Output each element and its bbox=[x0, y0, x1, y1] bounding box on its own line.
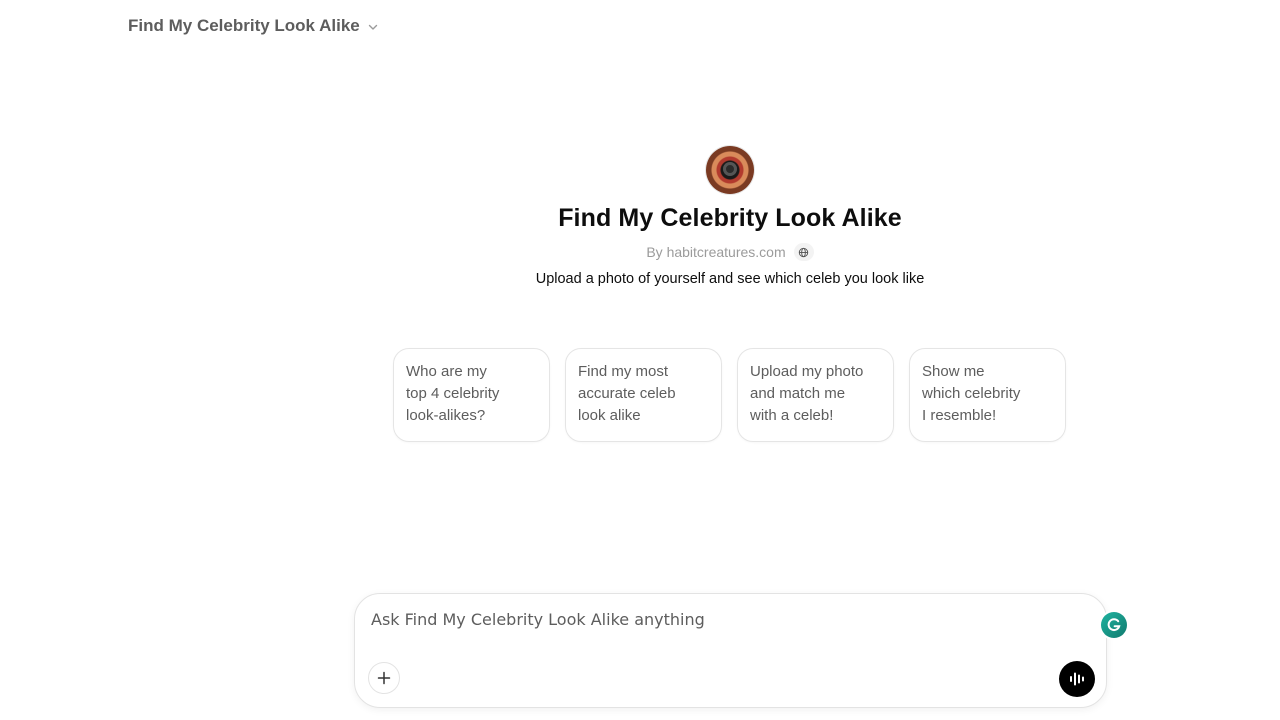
gpt-hero: Find My Celebrity Look Alike By habitcre… bbox=[380, 146, 1080, 287]
voice-waveform-icon bbox=[1070, 672, 1084, 686]
suggestion-card[interactable]: Find my most accurate celeb look alike bbox=[565, 348, 722, 442]
suggestion-card[interactable]: Upload my photo and match me with a cele… bbox=[737, 348, 894, 442]
attach-button[interactable] bbox=[368, 662, 400, 694]
voice-mode-button[interactable] bbox=[1059, 661, 1095, 697]
gpt-switcher-dropdown[interactable]: Find My Celebrity Look Alike bbox=[128, 14, 380, 38]
gpt-name: Find My Celebrity Look Alike bbox=[558, 204, 902, 232]
suggestion-card[interactable]: Show me which celebrity I resemble! bbox=[909, 348, 1066, 442]
message-composer bbox=[354, 593, 1107, 708]
suggestion-label: Show me which celebrity I resemble! bbox=[922, 363, 1021, 424]
suggestion-label: Who are my top 4 celebrity look-alikes? bbox=[406, 363, 500, 424]
gpt-description: Upload a photo of yourself and see which… bbox=[535, 271, 925, 287]
suggestion-label: Upload my photo and match me with a cele… bbox=[750, 363, 864, 424]
grammarly-button[interactable] bbox=[1099, 610, 1129, 640]
gpt-byline: By habitcreatures.com bbox=[646, 243, 814, 261]
plus-icon bbox=[377, 671, 391, 685]
globe-icon[interactable] bbox=[793, 243, 814, 261]
gpt-title: Find My Celebrity Look Alike bbox=[128, 16, 360, 35]
chat-page: Find My Celebrity Look Alike Find My Cel… bbox=[0, 0, 1280, 720]
grammarly-icon bbox=[1101, 612, 1127, 638]
author-link: By habitcreatures.com bbox=[646, 244, 786, 260]
gpt-avatar bbox=[706, 146, 754, 194]
suggestion-label: Find my most accurate celeb look alike bbox=[578, 363, 676, 424]
suggestion-card[interactable]: Who are my top 4 celebrity look-alikes? bbox=[393, 348, 550, 442]
suggestion-cards: Who are my top 4 celebrity look-alikes? … bbox=[393, 348, 1066, 442]
camera-icon bbox=[723, 162, 737, 176]
message-input[interactable] bbox=[371, 606, 1091, 632]
chevron-down-icon bbox=[366, 20, 380, 34]
